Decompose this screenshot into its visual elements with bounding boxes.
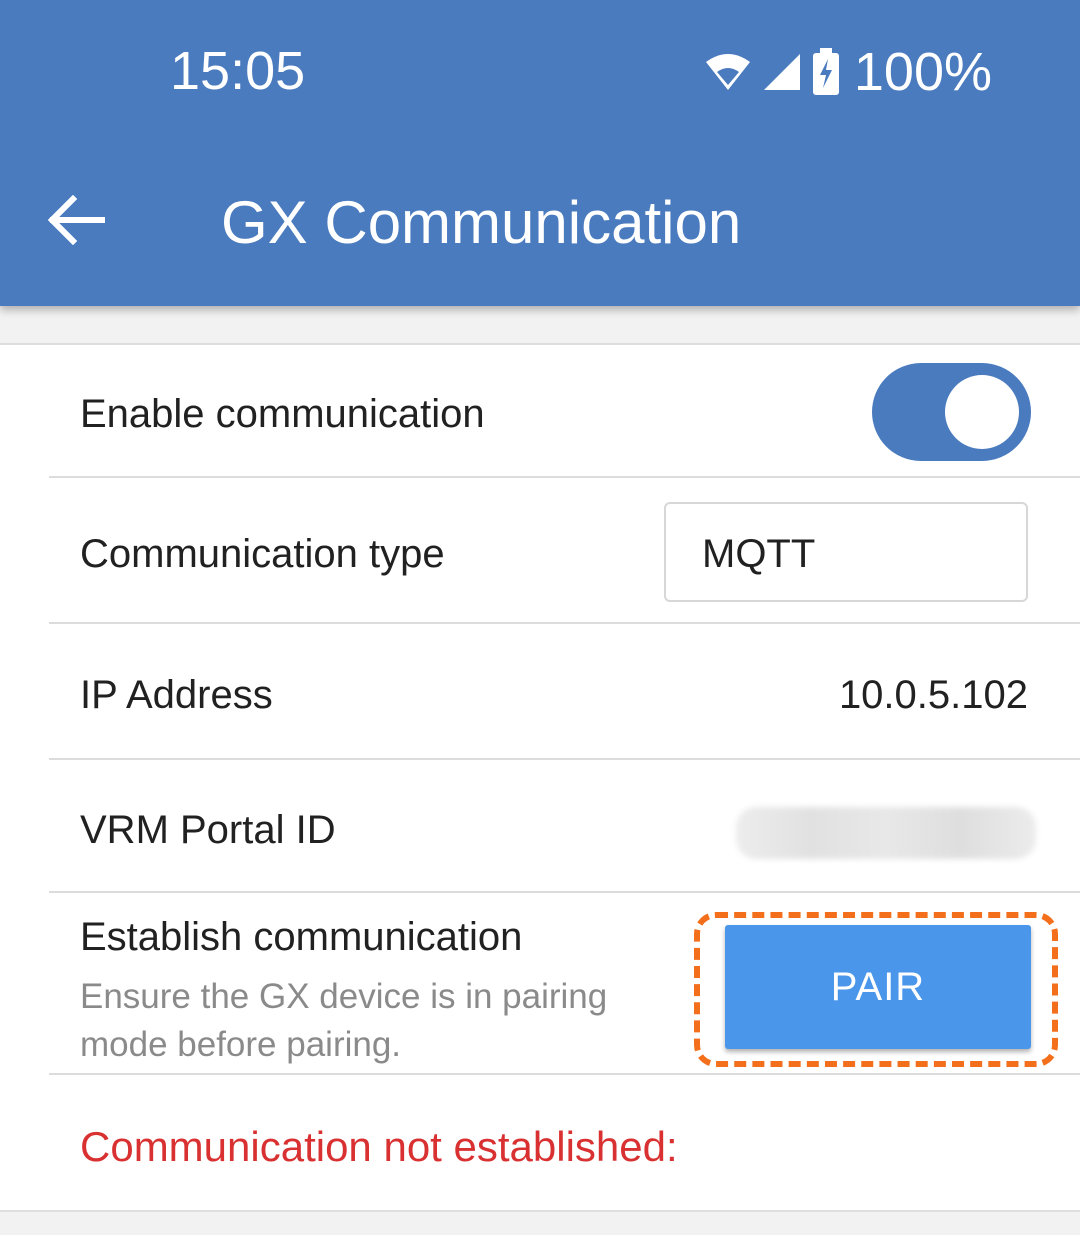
divider <box>49 758 1080 760</box>
page-title: GX Communication <box>221 189 742 256</box>
enable-communication-toggle[interactable] <box>872 363 1031 461</box>
app-bar: 15:05 100% GX Communication <box>0 0 1080 306</box>
divider <box>49 622 1080 624</box>
divider <box>49 476 1080 478</box>
toggle-knob <box>945 375 1019 449</box>
ip-address-label: IP Address <box>80 673 273 717</box>
communication-error-message: Communication not established: <box>80 1123 678 1170</box>
battery-charging-icon <box>812 48 840 96</box>
status-icons: 100% <box>704 42 992 102</box>
back-button[interactable] <box>44 190 108 254</box>
battery-percent: 100% <box>853 42 992 102</box>
ip-address-value: 10.0.5.102 <box>838 673 1028 717</box>
wifi-icon <box>704 52 752 92</box>
divider <box>49 891 1080 893</box>
communication-type-select[interactable]: MQTT <box>664 502 1028 602</box>
pairing-hint: Ensure the GX device is in pairing mode … <box>80 977 608 1064</box>
cell-signal-icon <box>762 52 802 92</box>
communication-type-label: Communication type <box>80 532 445 576</box>
vrm-portal-id-value-redacted <box>736 807 1036 859</box>
communication-type-value: MQTT <box>702 532 816 576</box>
pair-button[interactable]: PAIR <box>725 925 1031 1049</box>
divider <box>49 1073 1080 1075</box>
settings-card: Enable communication Communication type … <box>0 343 1080 1212</box>
enable-communication-label: Enable communication <box>80 392 485 436</box>
establish-communication-label: Establish communication <box>80 915 523 959</box>
status-time: 15:05 <box>170 41 306 101</box>
arrow-back-icon <box>47 194 106 250</box>
vrm-portal-id-label: VRM Portal ID <box>80 808 336 852</box>
